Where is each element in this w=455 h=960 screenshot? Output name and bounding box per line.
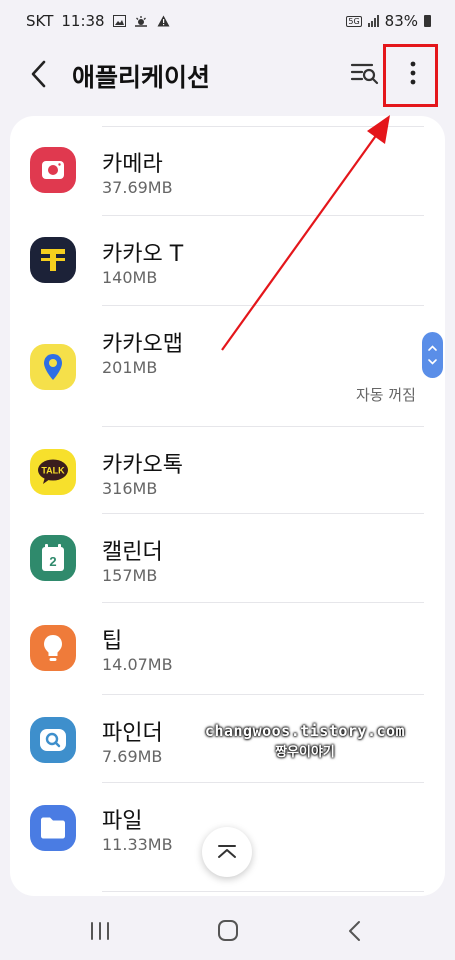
home-icon[interactable] <box>210 918 246 944</box>
watermark-name: 짱우이야기 <box>275 745 335 760</box>
navigation-bar <box>0 900 455 960</box>
watermark-url: changwoos.tistory.com <box>204 722 406 740</box>
recent-apps-icon[interactable] <box>82 918 118 944</box>
annotation-arrow <box>221 115 390 351</box>
back-icon[interactable] <box>338 918 374 944</box>
scroll-to-top-button[interactable] <box>202 827 252 877</box>
watermark: changwoos.tistory.com 짱우이야기 <box>180 722 430 760</box>
